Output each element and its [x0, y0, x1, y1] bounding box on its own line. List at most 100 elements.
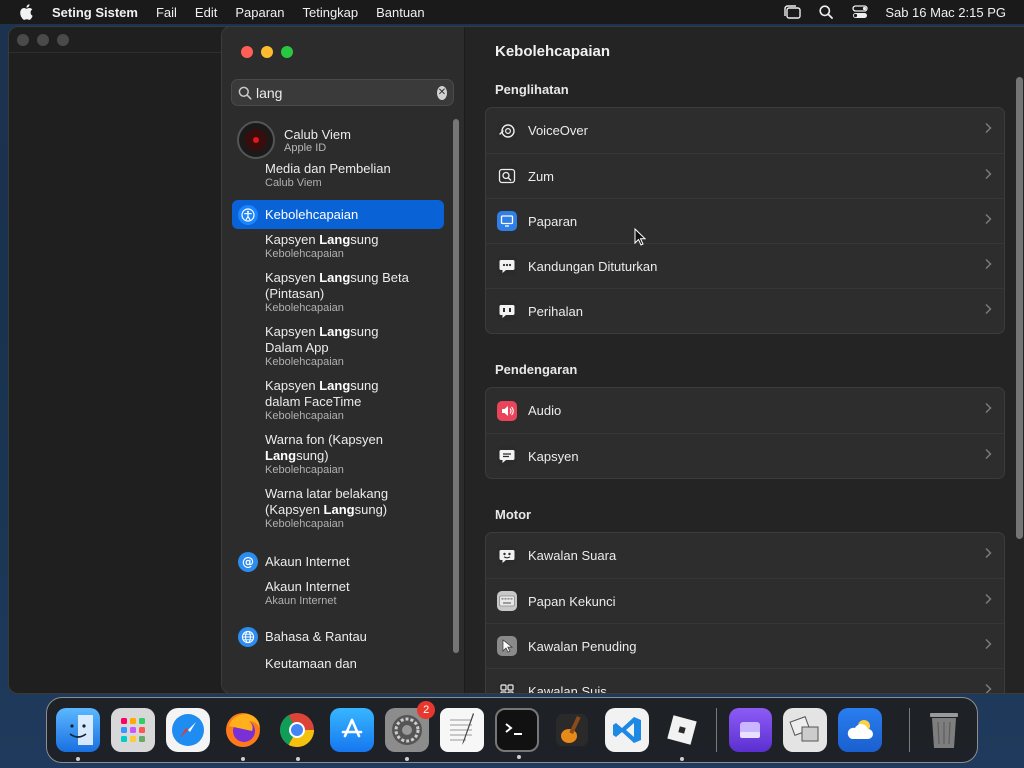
zoom-icon: [497, 166, 517, 186]
sidebar-item-label: Bahasa & Rantau: [265, 629, 367, 644]
bg-zoom-button[interactable]: [57, 33, 69, 46]
row-pointer-control[interactable]: Kawalan Penuding: [486, 623, 1004, 668]
result-category: Kebolehcapaian: [265, 356, 344, 368]
firefox-icon[interactable]: [221, 708, 265, 761]
finder-icon[interactable]: [56, 708, 100, 761]
row-voice-control[interactable]: Kawalan Suara: [486, 533, 1004, 578]
result-title: Warna fon (Kapsyen: [265, 432, 384, 447]
sidebar-scrollbar[interactable]: [453, 119, 459, 653]
terminal-icon[interactable]: [495, 708, 539, 759]
sidebar-result-preferences[interactable]: Keutamaan dan: [222, 656, 454, 672]
apple-menu-icon[interactable]: [0, 4, 52, 20]
sidebar-result-live-captions-beta[interactable]: Kapsyen Langsung Beta (Pintasan) Keboleh…: [222, 270, 454, 315]
result-title-post: sung Beta: [350, 270, 409, 285]
row-switch-control[interactable]: Kawalan Suis: [486, 668, 1004, 694]
chrome-icon[interactable]: [276, 708, 320, 761]
sidebar-item-label: Akaun Internet: [265, 554, 350, 569]
sidebar-result-media[interactable]: Media dan Pembelian Calub Viem: [222, 161, 454, 190]
row-label: Audio: [528, 403, 562, 418]
sidebar-result-internet-accounts[interactable]: Akaun Internet Akaun Internet: [222, 579, 454, 608]
chevron-right-icon: [985, 547, 992, 559]
menu-edit[interactable]: Edit: [186, 5, 226, 20]
row-captions[interactable]: Kapsyen: [486, 433, 1004, 478]
roblox-icon[interactable]: [660, 708, 704, 761]
chevron-right-icon: [985, 683, 992, 693]
sidebar: ✕ Calub Viem Apple ID Media dan Pembelia…: [222, 27, 465, 693]
section-heading-hearing: Pendengaran: [495, 362, 578, 377]
sidebar-result-live-captions-in-app[interactable]: Kapsyen Langsung Dalam App Kebolehcapaia…: [222, 324, 454, 369]
speaker-icon: [497, 400, 517, 421]
garageband-icon[interactable]: [550, 708, 594, 752]
control-center-icon[interactable]: [843, 5, 877, 19]
row-keyboard[interactable]: Papan Kekunci: [486, 578, 1004, 623]
row-display[interactable]: Paparan: [486, 198, 1004, 243]
row-label: Kawalan Suis: [528, 683, 607, 694]
result-match: Lang: [319, 232, 351, 247]
keyboard-icon: [497, 591, 517, 611]
row-zoom[interactable]: Zum: [486, 153, 1004, 198]
result-title: Media dan Pembelian: [265, 161, 391, 176]
chevron-right-icon: [985, 593, 992, 605]
weather-icon[interactable]: [838, 708, 883, 752]
hearing-group: Audio Kapsyen: [485, 387, 1005, 479]
sidebar-item-internet-accounts[interactable]: @ Akaun Internet: [232, 547, 444, 576]
row-audio[interactable]: Audio: [486, 388, 1004, 433]
main-scrollbar[interactable]: [1016, 77, 1023, 539]
chevron-right-icon: [985, 303, 992, 315]
menu-tetingkap[interactable]: Tetingkap: [293, 5, 367, 20]
stage-manager-icon[interactable]: [775, 5, 809, 19]
profile-subtitle: Apple ID: [284, 141, 327, 154]
menu-clock[interactable]: Sab 16 Mac 2:15 PG: [885, 5, 1006, 20]
result-title-pre: Kapsyen: [265, 232, 320, 247]
close-button[interactable]: [241, 46, 253, 58]
spotlight-search-icon[interactable]: [809, 5, 843, 19]
disk-utility-icon[interactable]: [728, 708, 773, 752]
result-match: Lang: [323, 502, 355, 517]
zoom-button[interactable]: [281, 46, 293, 58]
result-title-post: sung: [350, 232, 379, 247]
launchpad-icon[interactable]: [110, 708, 155, 752]
result-category: Kebolehcapaian: [265, 464, 344, 476]
migration-assistant-icon[interactable]: [783, 708, 828, 752]
sidebar-result-background-color[interactable]: Warna latar belakang (Kapsyen Langsung) …: [222, 486, 454, 531]
sidebar-result-live-captions[interactable]: Kapsyen Langsung Kebolehcapaian: [222, 232, 454, 261]
row-spoken-content[interactable]: Kandungan Dituturkan: [486, 243, 1004, 288]
search-field[interactable]: ✕: [231, 79, 454, 106]
bg-close-button[interactable]: [17, 33, 29, 46]
search-input[interactable]: [256, 84, 437, 101]
safari-icon[interactable]: [165, 708, 210, 752]
sidebar-item-language-region[interactable]: Bahasa & Rantau: [232, 622, 444, 651]
voiceover-icon: [497, 120, 517, 141]
sidebar-item-apple-id[interactable]: Calub Viem Apple ID: [222, 115, 454, 161]
menu-fail[interactable]: Fail: [147, 5, 186, 20]
result-title-post: sung: [350, 378, 379, 393]
app-store-icon[interactable]: [330, 708, 375, 752]
row-label: Kawalan Suara: [528, 548, 617, 563]
result-category: Kebolehcapaian: [265, 302, 344, 314]
chevron-right-icon: [985, 258, 992, 270]
textedit-icon[interactable]: [440, 708, 484, 752]
menu-paparan[interactable]: Paparan: [226, 5, 293, 20]
sidebar-result-font-color[interactable]: Warna fon (Kapsyen Langsung) Kebolehcapa…: [222, 432, 454, 477]
sidebar-result-live-captions-facetime[interactable]: Kapsyen Langsung dalam FaceTime Kebolehc…: [222, 378, 454, 423]
globe-icon: [238, 626, 258, 647]
settings-badge: 2: [417, 701, 436, 719]
captions-icon: [497, 446, 517, 466]
page-title: Kebolehcapaian: [495, 43, 611, 60]
result-title-post: sung: [350, 324, 379, 339]
clear-search-icon[interactable]: ✕: [437, 85, 447, 100]
menu-bantuan[interactable]: Bantuan: [367, 5, 433, 20]
minimize-button[interactable]: [261, 46, 273, 58]
descriptions-icon: [497, 301, 517, 321]
trash-icon[interactable]: [922, 708, 966, 752]
row-descriptions[interactable]: Perihalan: [486, 288, 1004, 333]
vscode-icon[interactable]: [604, 708, 649, 752]
sidebar-item-accessibility[interactable]: Kebolehcapaian: [232, 200, 444, 229]
row-voiceover[interactable]: VoiceOver: [486, 108, 1004, 153]
result-title: Akaun Internet: [265, 579, 350, 594]
bg-minimize-button[interactable]: [37, 33, 49, 46]
system-settings-icon[interactable]: 2: [385, 701, 436, 761]
menu-app-name[interactable]: Seting Sistem: [52, 5, 147, 20]
switch-control-icon: [497, 681, 517, 693]
chevron-right-icon: [985, 638, 992, 650]
